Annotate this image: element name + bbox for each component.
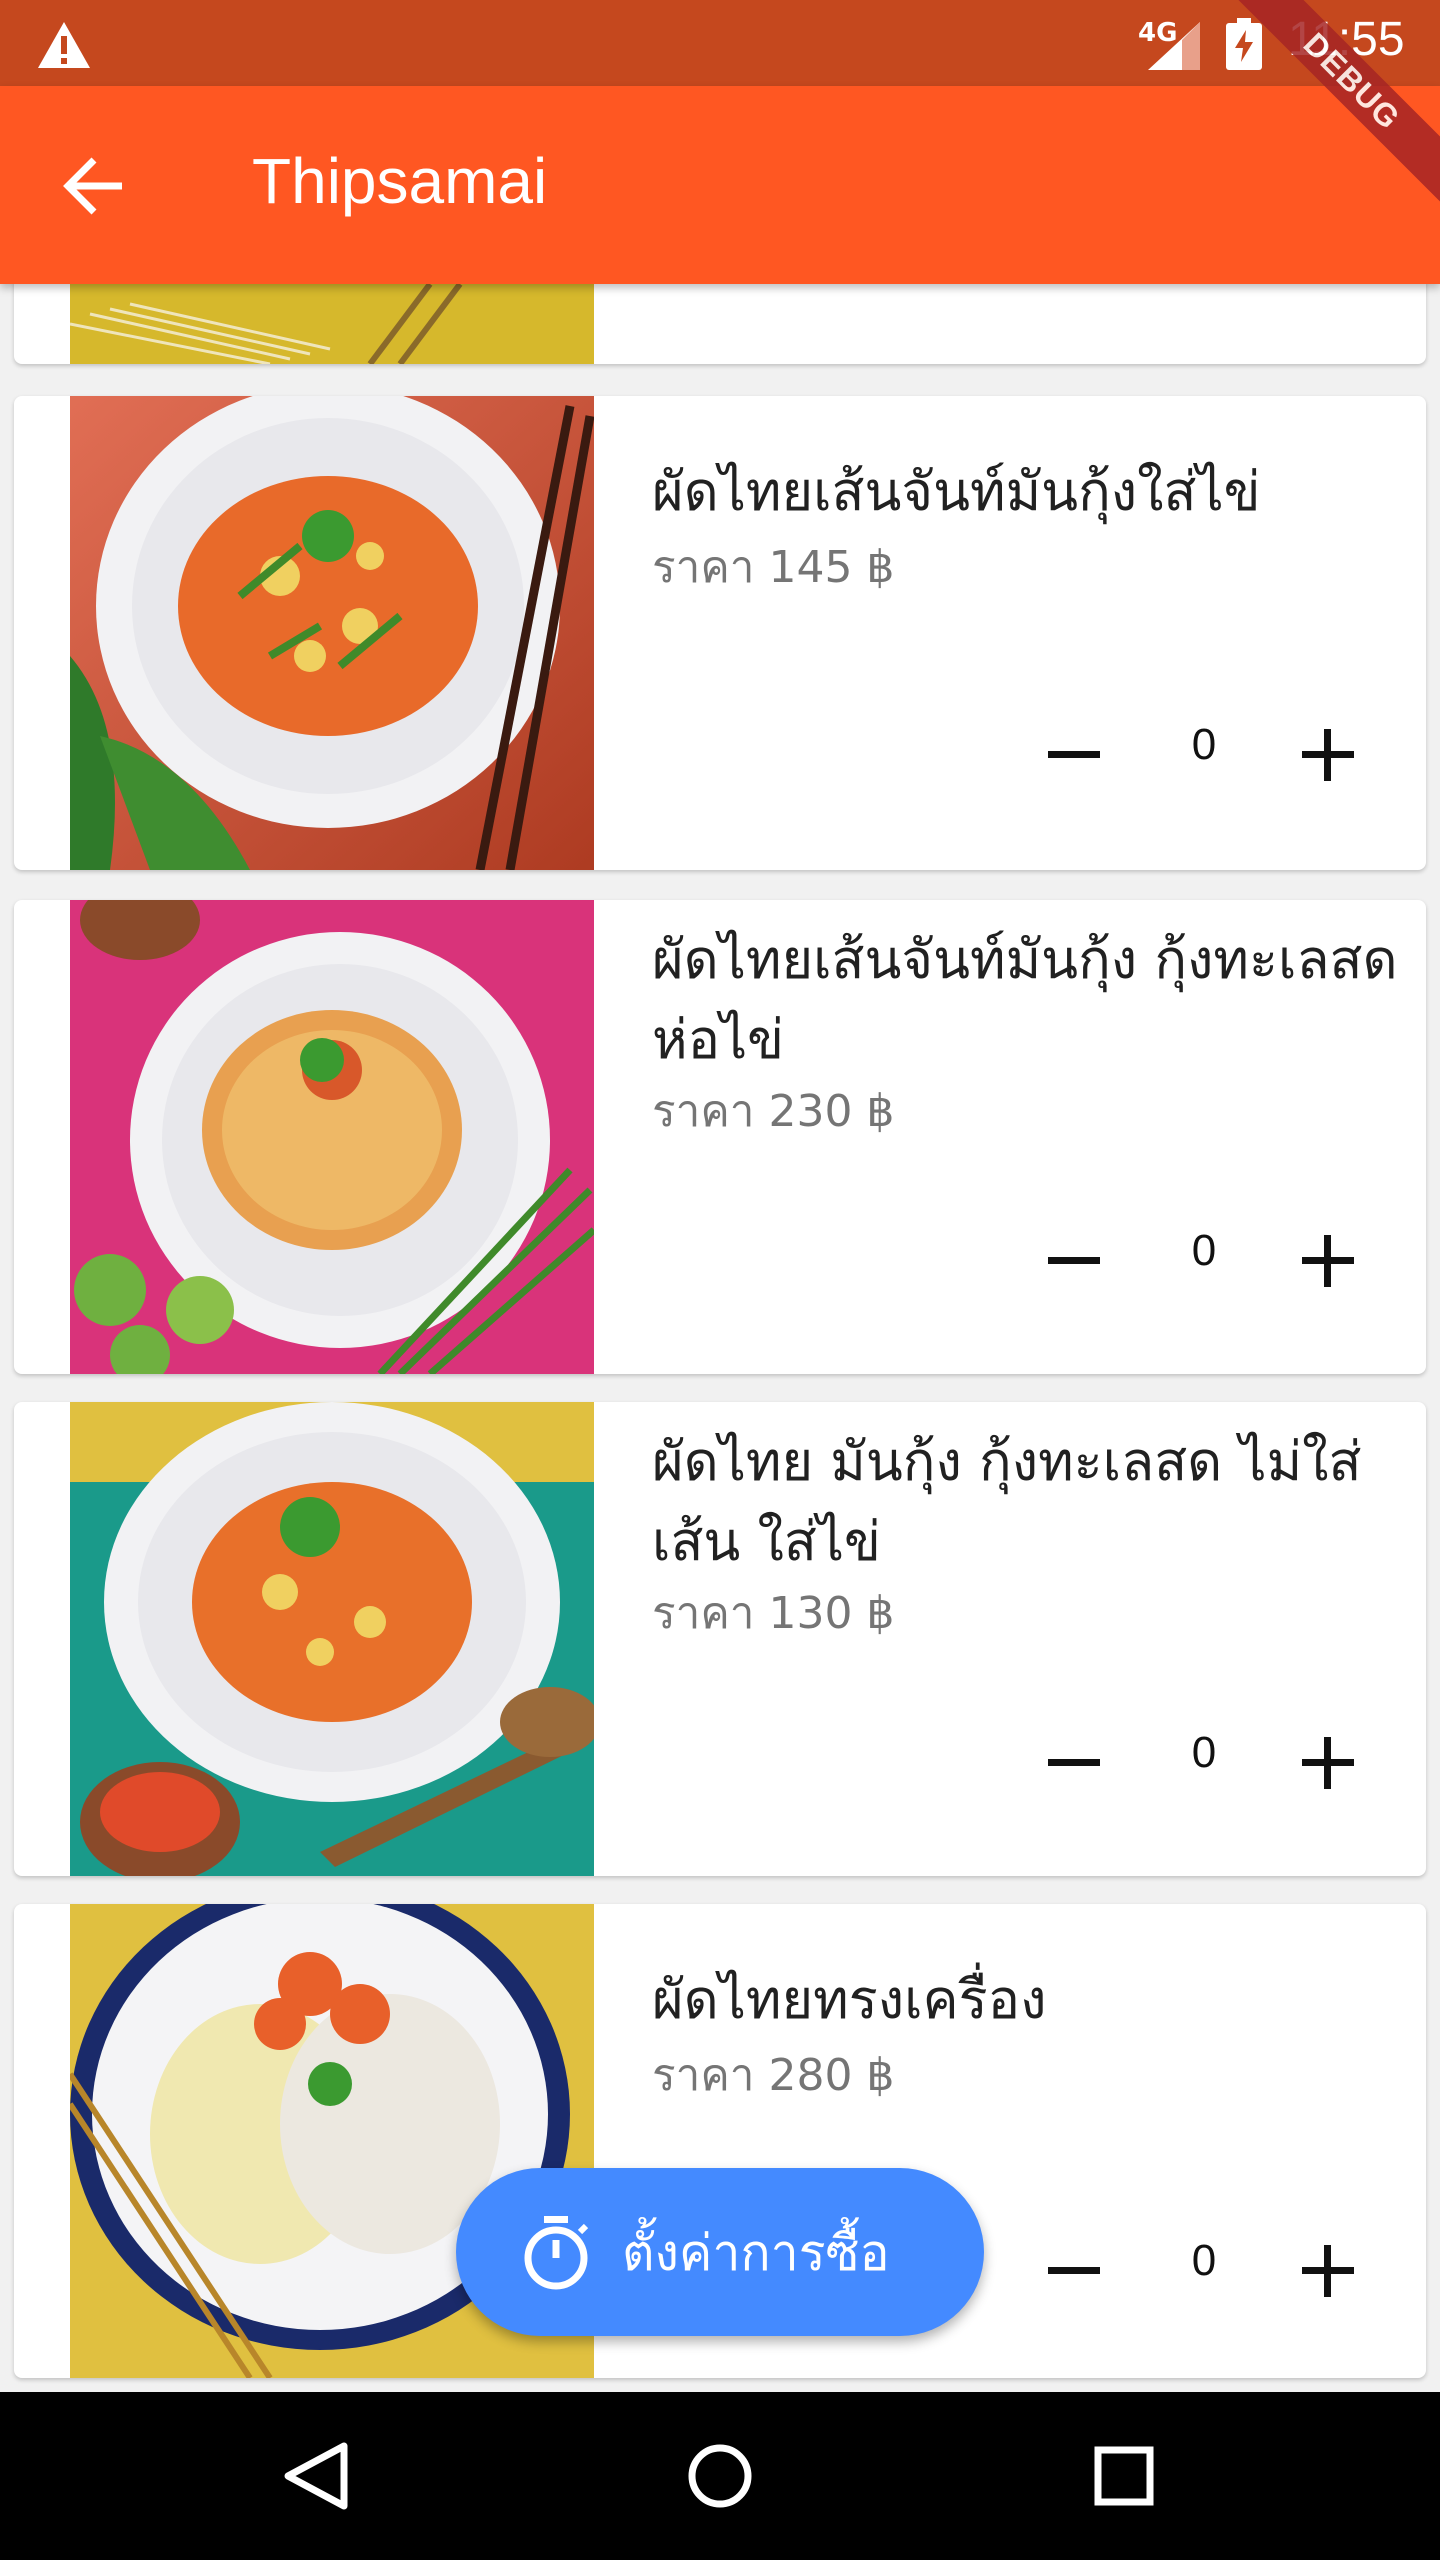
menu-item-name: ผัดไทยเส้นจันท์มันกุ้งใส่ไข่ xyxy=(652,460,1261,523)
menu-item-name: ผัดไทยเส้นจันท์มันกุ้ง กุ้งทะเลสดห่อไข่ xyxy=(652,928,1398,1071)
nav-recents-icon[interactable] xyxy=(1074,2426,1174,2526)
increase-button[interactable] xyxy=(1278,1722,1378,1802)
quantity-stepper: 0 xyxy=(1024,714,1384,794)
decrease-button[interactable] xyxy=(1024,1722,1124,1802)
quantity-stepper: 0 xyxy=(1024,1722,1384,1802)
food-image xyxy=(70,284,594,364)
food-image xyxy=(70,900,594,1374)
status-bar: 4G 11:55 xyxy=(0,0,1440,86)
quantity-stepper: 0 xyxy=(1024,2230,1384,2310)
menu-item-price: ราคา 130 ฿ xyxy=(652,1588,895,1639)
quantity-stepper: 0 xyxy=(1024,1220,1384,1300)
timer-icon xyxy=(524,2216,589,2290)
nav-back-icon[interactable] xyxy=(266,2426,366,2526)
menu-list[interactable]: ผัดไทยเส้นจันท์มันกุ้งใส่ไข่ ราคา 145 ฿ … xyxy=(0,284,1440,2392)
system-nav-bar xyxy=(0,2392,1440,2560)
app-bar: Thipsamai xyxy=(0,86,1440,284)
menu-card[interactable]: ผัดไทยเส้นจันท์มันกุ้งใส่ไข่ ราคา 145 ฿ … xyxy=(14,396,1426,870)
warning-icon xyxy=(38,22,90,68)
decrease-button[interactable] xyxy=(1024,714,1124,794)
quantity-value: 0 xyxy=(1191,1226,1217,1275)
decrease-button[interactable] xyxy=(1024,2230,1124,2310)
menu-card[interactable]: ผัดไทย มันกุ้ง กุ้งทะเลสด ไม่ใส่เส้น ใส่… xyxy=(14,1402,1426,1876)
battery-charging-icon xyxy=(1226,18,1262,70)
menu-item-name: ผัดไทยทรงเครื่อง xyxy=(652,1968,1047,2031)
menu-item-name: ผัดไทย มันกุ้ง กุ้งทะเลสด ไม่ใส่เส้น ใส่… xyxy=(652,1430,1362,1573)
menu-item-price: ราคา 230 ฿ xyxy=(652,1086,895,1137)
signal-icon xyxy=(1148,22,1200,70)
purchase-settings-button[interactable]: ตั้งค่าการซื้อ xyxy=(456,2168,984,2336)
nav-home-icon[interactable] xyxy=(670,2426,770,2526)
page-title: Thipsamai xyxy=(252,145,548,217)
back-arrow-icon[interactable] xyxy=(60,152,128,220)
food-image xyxy=(70,1402,594,1876)
menu-card-partial[interactable] xyxy=(14,284,1426,364)
menu-card[interactable]: ผัดไทยเส้นจันท์มันกุ้ง กุ้งทะเลสดห่อไข่ … xyxy=(14,900,1426,1374)
increase-button[interactable] xyxy=(1278,2230,1378,2310)
purchase-settings-label: ตั้งค่าการซื้อ xyxy=(622,2224,890,2282)
quantity-value: 0 xyxy=(1191,720,1217,769)
menu-item-price: ราคา 145 ฿ xyxy=(652,542,895,593)
food-image xyxy=(70,396,594,870)
decrease-button[interactable] xyxy=(1024,1220,1124,1300)
menu-item-price: ราคา 280 ฿ xyxy=(652,2050,895,2101)
increase-button[interactable] xyxy=(1278,1220,1378,1300)
quantity-value: 0 xyxy=(1191,2236,1217,2285)
quantity-value: 0 xyxy=(1191,1728,1217,1777)
increase-button[interactable] xyxy=(1278,714,1378,794)
